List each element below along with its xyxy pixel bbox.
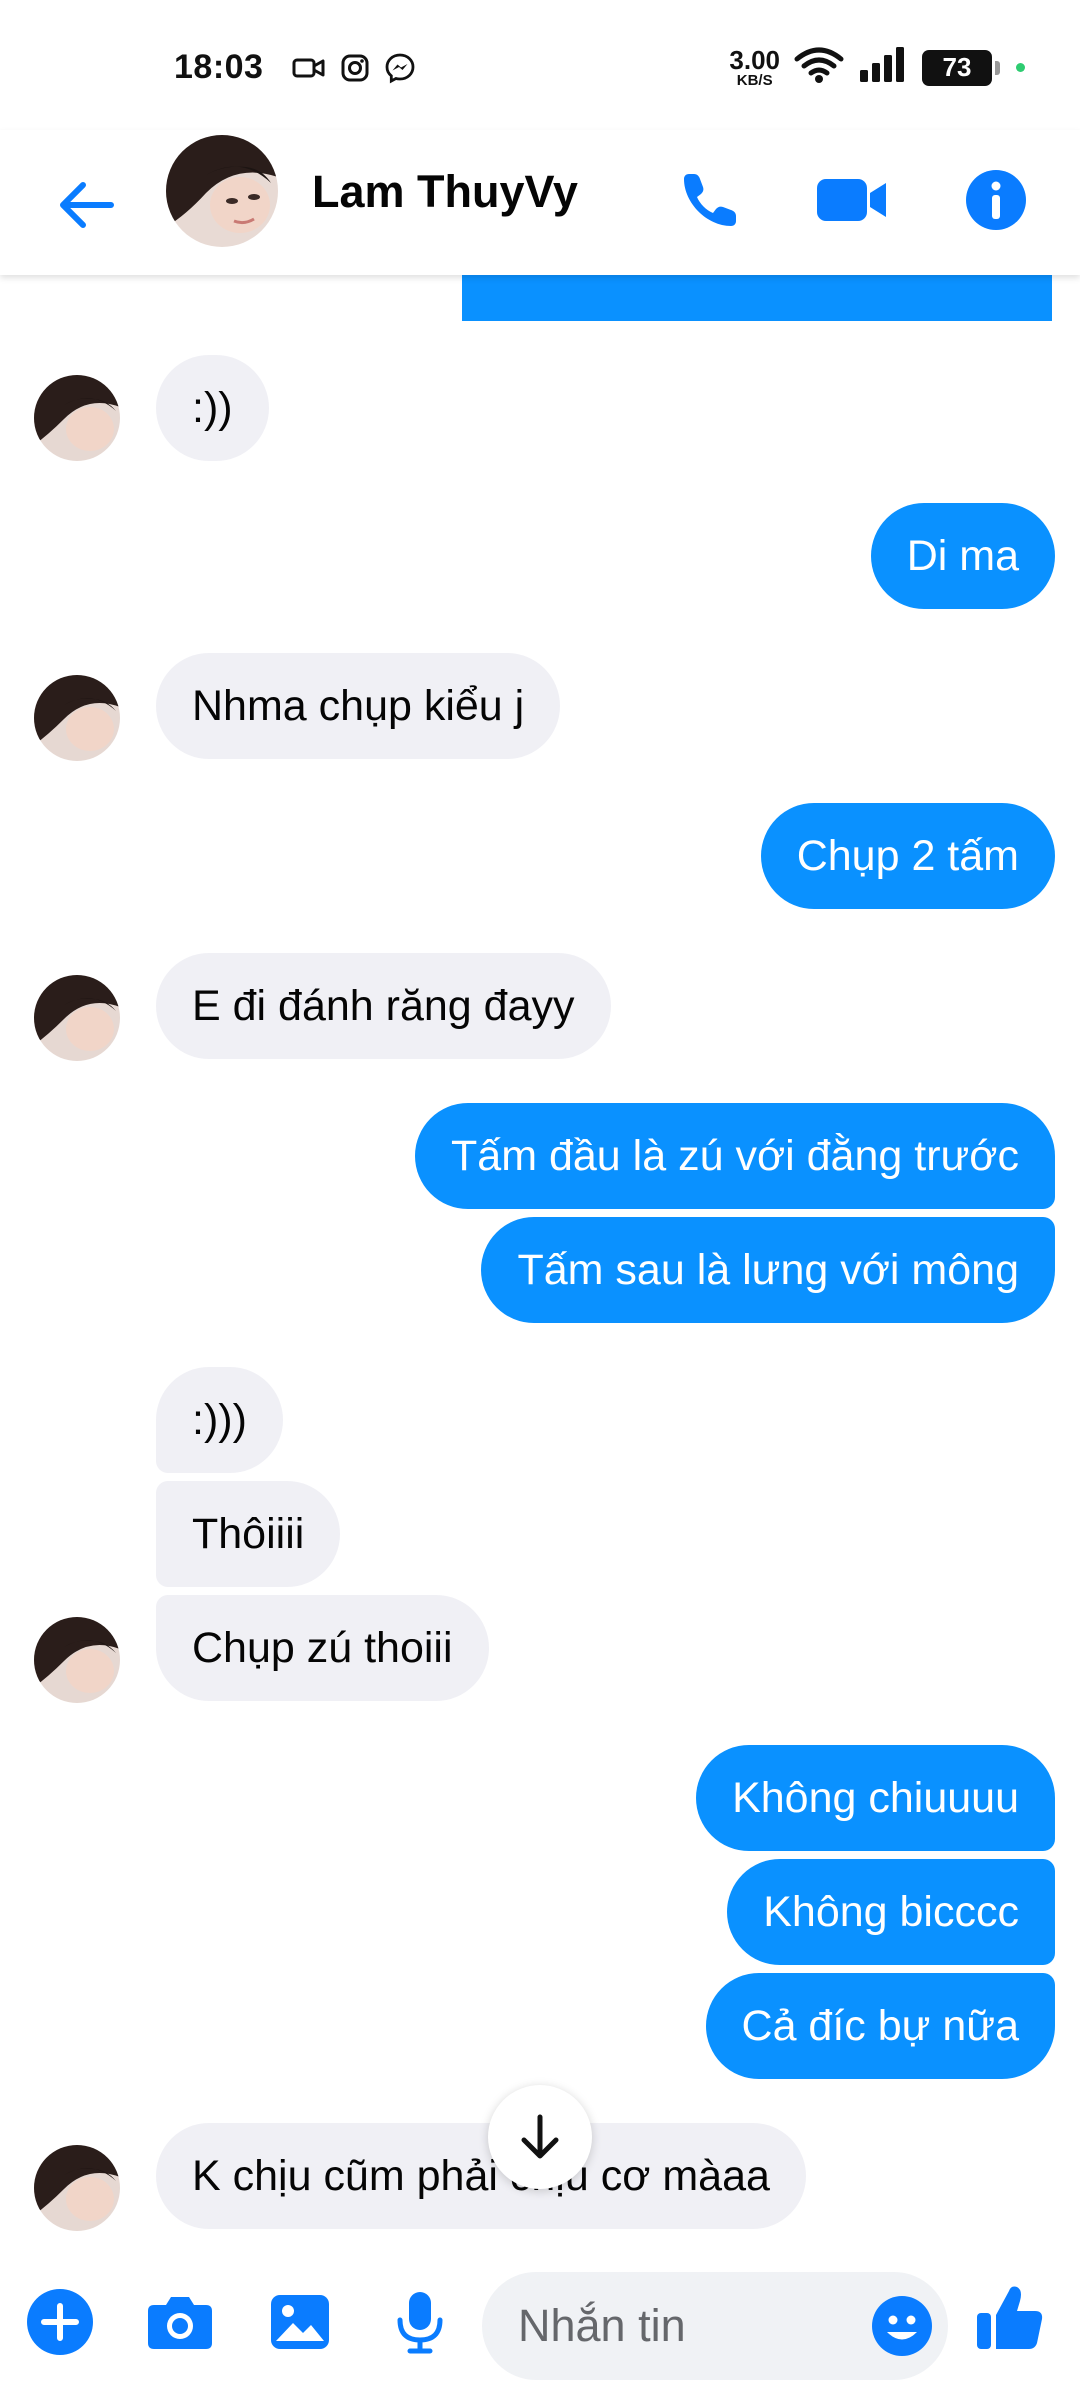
instagram-notification-icon — [340, 53, 370, 83]
message-bubble-outgoing[interactable]: Tấm sau là lưng với mông — [481, 1217, 1055, 1323]
contact-avatar-small[interactable] — [34, 1617, 120, 1703]
messenger-notification-icon — [384, 52, 416, 84]
arrow-down-icon — [521, 2114, 559, 2159]
message-bubble-outgoing[interactable]: Di ma — [870, 503, 1055, 609]
message-bubble-incoming[interactable]: :)) — [156, 355, 269, 461]
network-speed: 3.00 KB/S — [729, 47, 780, 88]
wifi-icon — [794, 46, 844, 89]
composer-bar — [0, 2260, 1080, 2400]
privacy-indicator-dot — [1016, 63, 1025, 72]
more-actions-button[interactable] — [20, 2282, 100, 2362]
status-time: 18:03 — [174, 48, 264, 86]
contact-avatar-small[interactable] — [34, 975, 120, 1061]
battery-level: 73 — [942, 52, 972, 82]
message-bubble-outgoing[interactable]: Không chiuuuu — [696, 1745, 1055, 1851]
contact-avatar-small[interactable] — [34, 375, 120, 461]
image-icon — [271, 2295, 329, 2349]
info-icon — [966, 170, 1026, 230]
status-bar: 18:03 3.00 KB/S 73 — [0, 0, 1080, 130]
back-button[interactable] — [50, 170, 120, 240]
message-bubble-outgoing[interactable]: Không bicccc — [727, 1859, 1055, 1965]
conversation-info-button[interactable] — [956, 160, 1036, 240]
camera-icon — [148, 2297, 212, 2349]
message-bubble-incoming[interactable]: K chịu cũm phải chịu cơ màaa — [156, 2123, 806, 2229]
gallery-button[interactable] — [260, 2282, 340, 2362]
emoji-icon — [872, 2296, 932, 2356]
video-call-button[interactable] — [812, 160, 892, 240]
network-speed-value: 3.00 — [729, 45, 780, 75]
cellular-signal-icon — [858, 46, 908, 89]
message-bubble-outgoing[interactable]: Chụp 2 tấm — [760, 803, 1055, 909]
video-recorder-notification-icon — [292, 54, 326, 82]
scroll-to-bottom-button[interactable] — [488, 2085, 592, 2189]
notification-icons — [292, 52, 416, 84]
chat-header: Lam ThuyVy — [0, 130, 1080, 275]
emoji-button[interactable] — [862, 2286, 942, 2366]
contact-avatar-small[interactable] — [34, 2145, 120, 2231]
message-bubble-outgoing[interactable]: Cả đíc bự nữa — [705, 1973, 1055, 2079]
like-button[interactable] — [970, 2278, 1050, 2358]
voice-message-button[interactable] — [380, 2282, 460, 2362]
camera-button[interactable] — [140, 2282, 220, 2362]
battery-icon: 73 — [922, 49, 1000, 86]
plus-icon — [27, 2289, 93, 2355]
message-bubble-incoming[interactable]: E đi đánh răng đayy — [156, 953, 611, 1059]
message-bubble-incoming[interactable]: Nhma chụp kiểu j — [156, 653, 561, 759]
message-bubble-incoming[interactable]: Chụp zú thoiii — [156, 1595, 489, 1701]
contact-avatar[interactable] — [166, 135, 278, 247]
arrow-left-icon — [60, 182, 114, 228]
microphone-icon — [397, 2292, 443, 2354]
thumbs-up-icon — [977, 2286, 1043, 2349]
message-bubble-incoming[interactable]: Thôiiii — [156, 1481, 341, 1587]
message-bubble-outgoing-partial[interactable] — [462, 275, 1052, 321]
network-speed-unit: KB/S — [736, 72, 773, 89]
message-bubble-incoming[interactable]: :))) — [156, 1367, 283, 1473]
message-list[interactable]: :)) Di ma Nhma chụp kiểu j Chụp 2 tấm E … — [0, 275, 1080, 2260]
contact-name[interactable]: Lam ThuyVy — [312, 166, 578, 218]
system-status-icons: 3.00 KB/S 73 — [729, 46, 1025, 89]
contact-avatar-small[interactable] — [34, 675, 120, 761]
message-bubble-outgoing[interactable]: Tấm đầu là zú với đằng trước — [415, 1103, 1055, 1209]
video-camera-icon — [817, 179, 886, 221]
voice-call-button[interactable] — [670, 160, 750, 240]
phone-icon — [684, 174, 736, 226]
